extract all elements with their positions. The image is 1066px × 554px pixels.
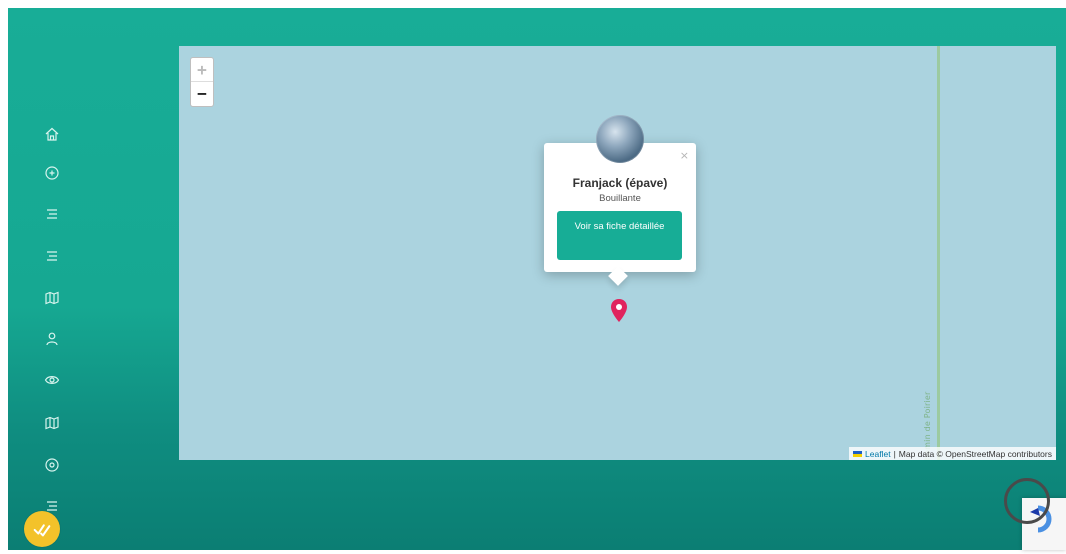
app-frame: Chemin de Poirier + − × Franjack (épave)…: [8, 8, 1066, 550]
map-popup: × Franjack (épave) Bouillante Voir sa fi…: [544, 115, 696, 286]
zoom-in-button[interactable]: +: [191, 58, 213, 82]
leaflet-link[interactable]: Leaflet: [865, 449, 891, 459]
popup-title: Franjack (épave): [572, 176, 668, 190]
popup-tip: [608, 266, 628, 286]
map-view[interactable]: Chemin de Poirier + − × Franjack (épave)…: [179, 46, 1056, 460]
close-icon[interactable]: ×: [680, 149, 689, 162]
home-icon[interactable]: [42, 124, 62, 144]
attribution-text: Map data © OpenStreetMap contributors: [898, 448, 1052, 459]
map-icon[interactable]: [42, 413, 62, 433]
popup-subtitle: Bouillante: [599, 193, 641, 204]
detail-button[interactable]: Voir sa fiche détaillée: [557, 211, 682, 260]
map-attribution: Leaflet | Map data © OpenStreetMap contr…: [849, 447, 1056, 460]
sidebar: [8, 8, 108, 550]
plus-circle-icon[interactable]: [42, 163, 62, 183]
list-icon[interactable]: [42, 246, 62, 266]
map-icon[interactable]: [42, 288, 62, 308]
popup-avatar: [596, 115, 644, 163]
road-label: Chemin de Poirier: [923, 391, 932, 460]
map-marker-icon[interactable]: [609, 298, 629, 324]
cursor-ring: [1004, 478, 1050, 524]
eye-icon[interactable]: [42, 370, 62, 390]
list-icon[interactable]: [42, 204, 62, 224]
zoom-out-button[interactable]: −: [191, 82, 213, 105]
location-icon[interactable]: [42, 455, 62, 475]
flag-icon: [853, 450, 863, 457]
checkmark-logo-icon[interactable]: [24, 511, 60, 547]
attribution-separator: |: [893, 448, 896, 459]
user-icon[interactable]: [42, 329, 62, 349]
zoom-control: + −: [190, 57, 214, 107]
